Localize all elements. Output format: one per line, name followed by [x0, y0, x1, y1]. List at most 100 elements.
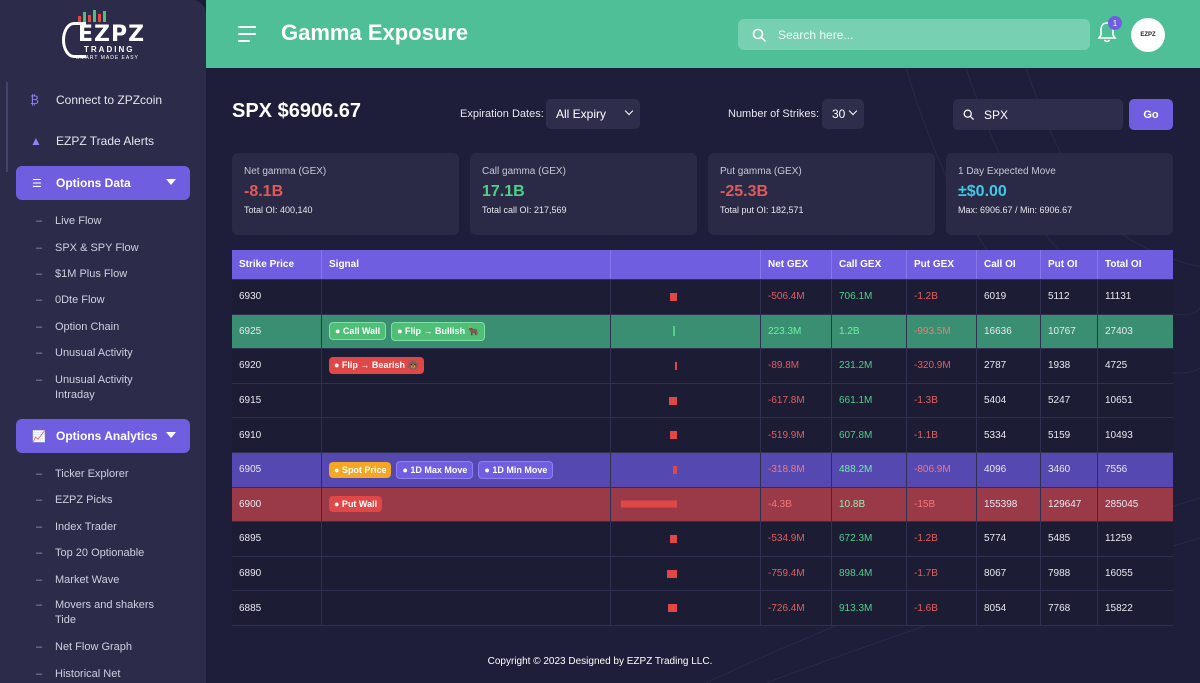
chevron-down-icon	[848, 106, 858, 116]
table-row[interactable]: 6925 ● Call Wall ● Flip → Bullish 🐂 223.3M 1…	[232, 314, 1173, 350]
net-gex-cell: -759.4M	[761, 556, 832, 591]
chevron-down-icon	[166, 179, 176, 185]
dash-icon: –	[36, 294, 43, 306]
ticker-search[interactable]	[953, 99, 1123, 130]
signal-cell	[322, 280, 611, 314]
put-gex-cell: -1.1B	[907, 418, 977, 452]
sidebar-item-unusual-activity-intraday[interactable]: – Unusual Activity Intraday	[36, 373, 196, 403]
sidebar-item-label: Ticker Explorer	[55, 468, 129, 480]
table-row[interactable]: 6890 -759.4M 898.4M -1.7B 8067 7988 16055	[232, 556, 1173, 592]
sidebar-item-index-trader[interactable]: – Index Trader	[36, 520, 196, 535]
col-strike-price[interactable]: Strike Price	[232, 250, 322, 279]
gex-bar-cell	[611, 556, 761, 591]
card-subtext: Total call OI: 217,569	[482, 205, 567, 215]
col-call-oi[interactable]: Call OI	[977, 250, 1041, 279]
dash-icon: –	[36, 668, 43, 680]
dash-icon: –	[36, 468, 43, 480]
expiration-select[interactable]: All Expiry	[546, 99, 640, 129]
sidebar-item-option-chain[interactable]: – Option Chain	[36, 320, 196, 335]
global-search[interactable]	[738, 19, 1090, 50]
col-total-oi[interactable]: Total OI	[1098, 250, 1173, 279]
go-button[interactable]: Go	[1129, 99, 1173, 130]
sidebar-item-0dte-flow[interactable]: –0Dte Flow	[36, 293, 196, 308]
card-value: 17.1B	[482, 183, 525, 200]
sidebar-item-movers-shakers-tide[interactable]: – Movers and shakers Tide	[36, 598, 196, 628]
call-gamma-card: Call gamma (GEX) 17.1B Total call OI: 21…	[470, 153, 697, 235]
signal-tag: ● 1D Min Move	[478, 460, 554, 479]
net-gex-cell: -534.9M	[761, 522, 832, 556]
put-oi-cell: 3460	[1041, 452, 1098, 487]
coin-icon: ₿	[30, 93, 39, 107]
table-row[interactable]: 6910 -519.9M 607.8M -1.1B 5334 5159 10493	[232, 418, 1173, 453]
sidebar-item-market-wave[interactable]: – Market Wave	[36, 573, 196, 588]
user-avatar[interactable]: EZPZ	[1131, 18, 1165, 52]
col-signal[interactable]: Signal	[322, 250, 611, 279]
col-net-gex[interactable]: Net GEX	[761, 250, 832, 279]
put-gex-cell: -993.5M	[907, 314, 977, 349]
sidebar-item-label: SPX & SPY Flow	[55, 242, 139, 254]
call-gex-cell: 672.3M	[832, 522, 907, 556]
sidebar-item-1m-plus-flow[interactable]: – $1M Plus Flow	[36, 267, 196, 282]
ezpz-logo[interactable]: EZPZ TRADING SMART MADE EASY	[58, 8, 152, 64]
ticker-input[interactable]	[984, 107, 1114, 122]
sidebar-item-label: Historical Net	[55, 668, 121, 680]
table-row[interactable]: 6900 ● Put Wall -4.3B 10.8B -15B 155398 129647…	[232, 487, 1173, 523]
expiration-value: All Expiry	[556, 107, 607, 121]
nav-connect-zpzcoin[interactable]: ₿ Connect to ZPZcoin	[30, 89, 162, 111]
logo-title: EZPZ	[78, 22, 146, 47]
table-row[interactable]: 6895 -534.9M 672.3M -1.2B 5774 5485 11259	[232, 522, 1173, 557]
sidebar-item-ticker-explorer[interactable]: – Ticker Explorer	[36, 467, 196, 482]
table-row[interactable]: 6920 ● Flip → Bearish 🐻 -89.8M 231.2M -320.9…	[232, 349, 1173, 384]
call-gex-cell: 898.4M	[832, 556, 907, 591]
put-gex-cell: -15B	[907, 487, 977, 522]
options-analytics-toggle[interactable]: 📈 Options Analytics	[16, 419, 190, 453]
col-put-gex[interactable]: Put GEX	[907, 250, 977, 279]
card-label: Net gamma (GEX)	[244, 166, 327, 177]
call-oi-cell: 5774	[977, 522, 1041, 556]
footer-copyright: Copyright © 2023 Designed by EZPZ Tradin…	[487, 656, 713, 667]
hamburger-menu-icon[interactable]	[238, 26, 256, 42]
signal-cell: ● Put Wall	[322, 487, 611, 522]
call-oi-cell: 6019	[977, 280, 1041, 314]
table-row[interactable]: 6905 ● Spot Price ● 1D Max Move ● 1D Min Mo…	[232, 452, 1173, 488]
sidebar-item-spx-spy-flow[interactable]: – SPX & SPY Flow	[36, 241, 196, 256]
nav-trade-alerts[interactable]: ▲ EZPZ Trade Alerts	[30, 130, 154, 152]
gex-bar-cell	[611, 383, 761, 418]
strike-price-cell: 6910	[232, 418, 322, 452]
total-oi-cell: 7556	[1105, 464, 1128, 476]
put-oi-cell: 10767	[1041, 314, 1098, 349]
call-oi-cell: 8054	[977, 591, 1041, 625]
dash-icon: –	[36, 374, 43, 386]
sidebar-item-net-flow-graph[interactable]: – Net Flow Graph	[36, 640, 196, 655]
call-gex-cell: 1.2B	[832, 314, 907, 349]
gex-bar-cell	[611, 280, 761, 314]
strike-price-cell: 6895	[232, 522, 322, 556]
strikes-value: 30	[832, 107, 846, 121]
signal-tag: ● Flip → Bearish 🐻	[329, 357, 424, 375]
total-oi-cell: 285045	[1105, 498, 1139, 510]
table-row[interactable]: 6915 -617.8M 661.1M -1.3B 5404 5247 10651	[232, 383, 1173, 419]
card-label: Call gamma (GEX)	[482, 166, 566, 177]
total-oi-cell: 15822	[1105, 602, 1133, 614]
col-put-oi[interactable]: Put OI	[1041, 250, 1098, 279]
gex-bar	[621, 500, 677, 508]
table-row[interactable]: 6930 -506.4M 706.1M -1.2B 6019 5112 11131	[232, 280, 1173, 315]
options-data-toggle[interactable]: ☰ Options Data	[16, 166, 190, 200]
strike-price-cell: 6890	[232, 556, 322, 591]
call-oi-cell: 155398	[977, 487, 1041, 522]
sidebar-divider	[6, 82, 8, 172]
warning-icon: ▲	[30, 134, 42, 148]
sidebar-item-ezpz-picks[interactable]: – EZPZ Picks	[36, 493, 196, 508]
table-row[interactable]: 6885 -726.4M 913.3M -1.6B 8054 7768 15822	[232, 591, 1173, 626]
sidebar-item-top-20-optionable[interactable]: – Top 20 Optionable	[36, 546, 196, 561]
dash-icon: –	[36, 547, 43, 559]
card-subtext: Max: 6906.67 / Min: 6906.67	[958, 205, 1073, 215]
search-input[interactable]	[778, 27, 1078, 42]
dash-icon: –	[36, 521, 43, 533]
call-oi-cell: 5334	[977, 418, 1041, 452]
sidebar-item-historical-net[interactable]: – Historical Net	[36, 667, 196, 682]
sidebar-item-unusual-activity[interactable]: – Unusual Activity	[36, 346, 196, 361]
strikes-select[interactable]: 30	[822, 99, 864, 129]
col-call-gex[interactable]: Call GEX	[832, 250, 907, 279]
sidebar-item-live-flow[interactable]: – Live Flow	[36, 214, 196, 229]
